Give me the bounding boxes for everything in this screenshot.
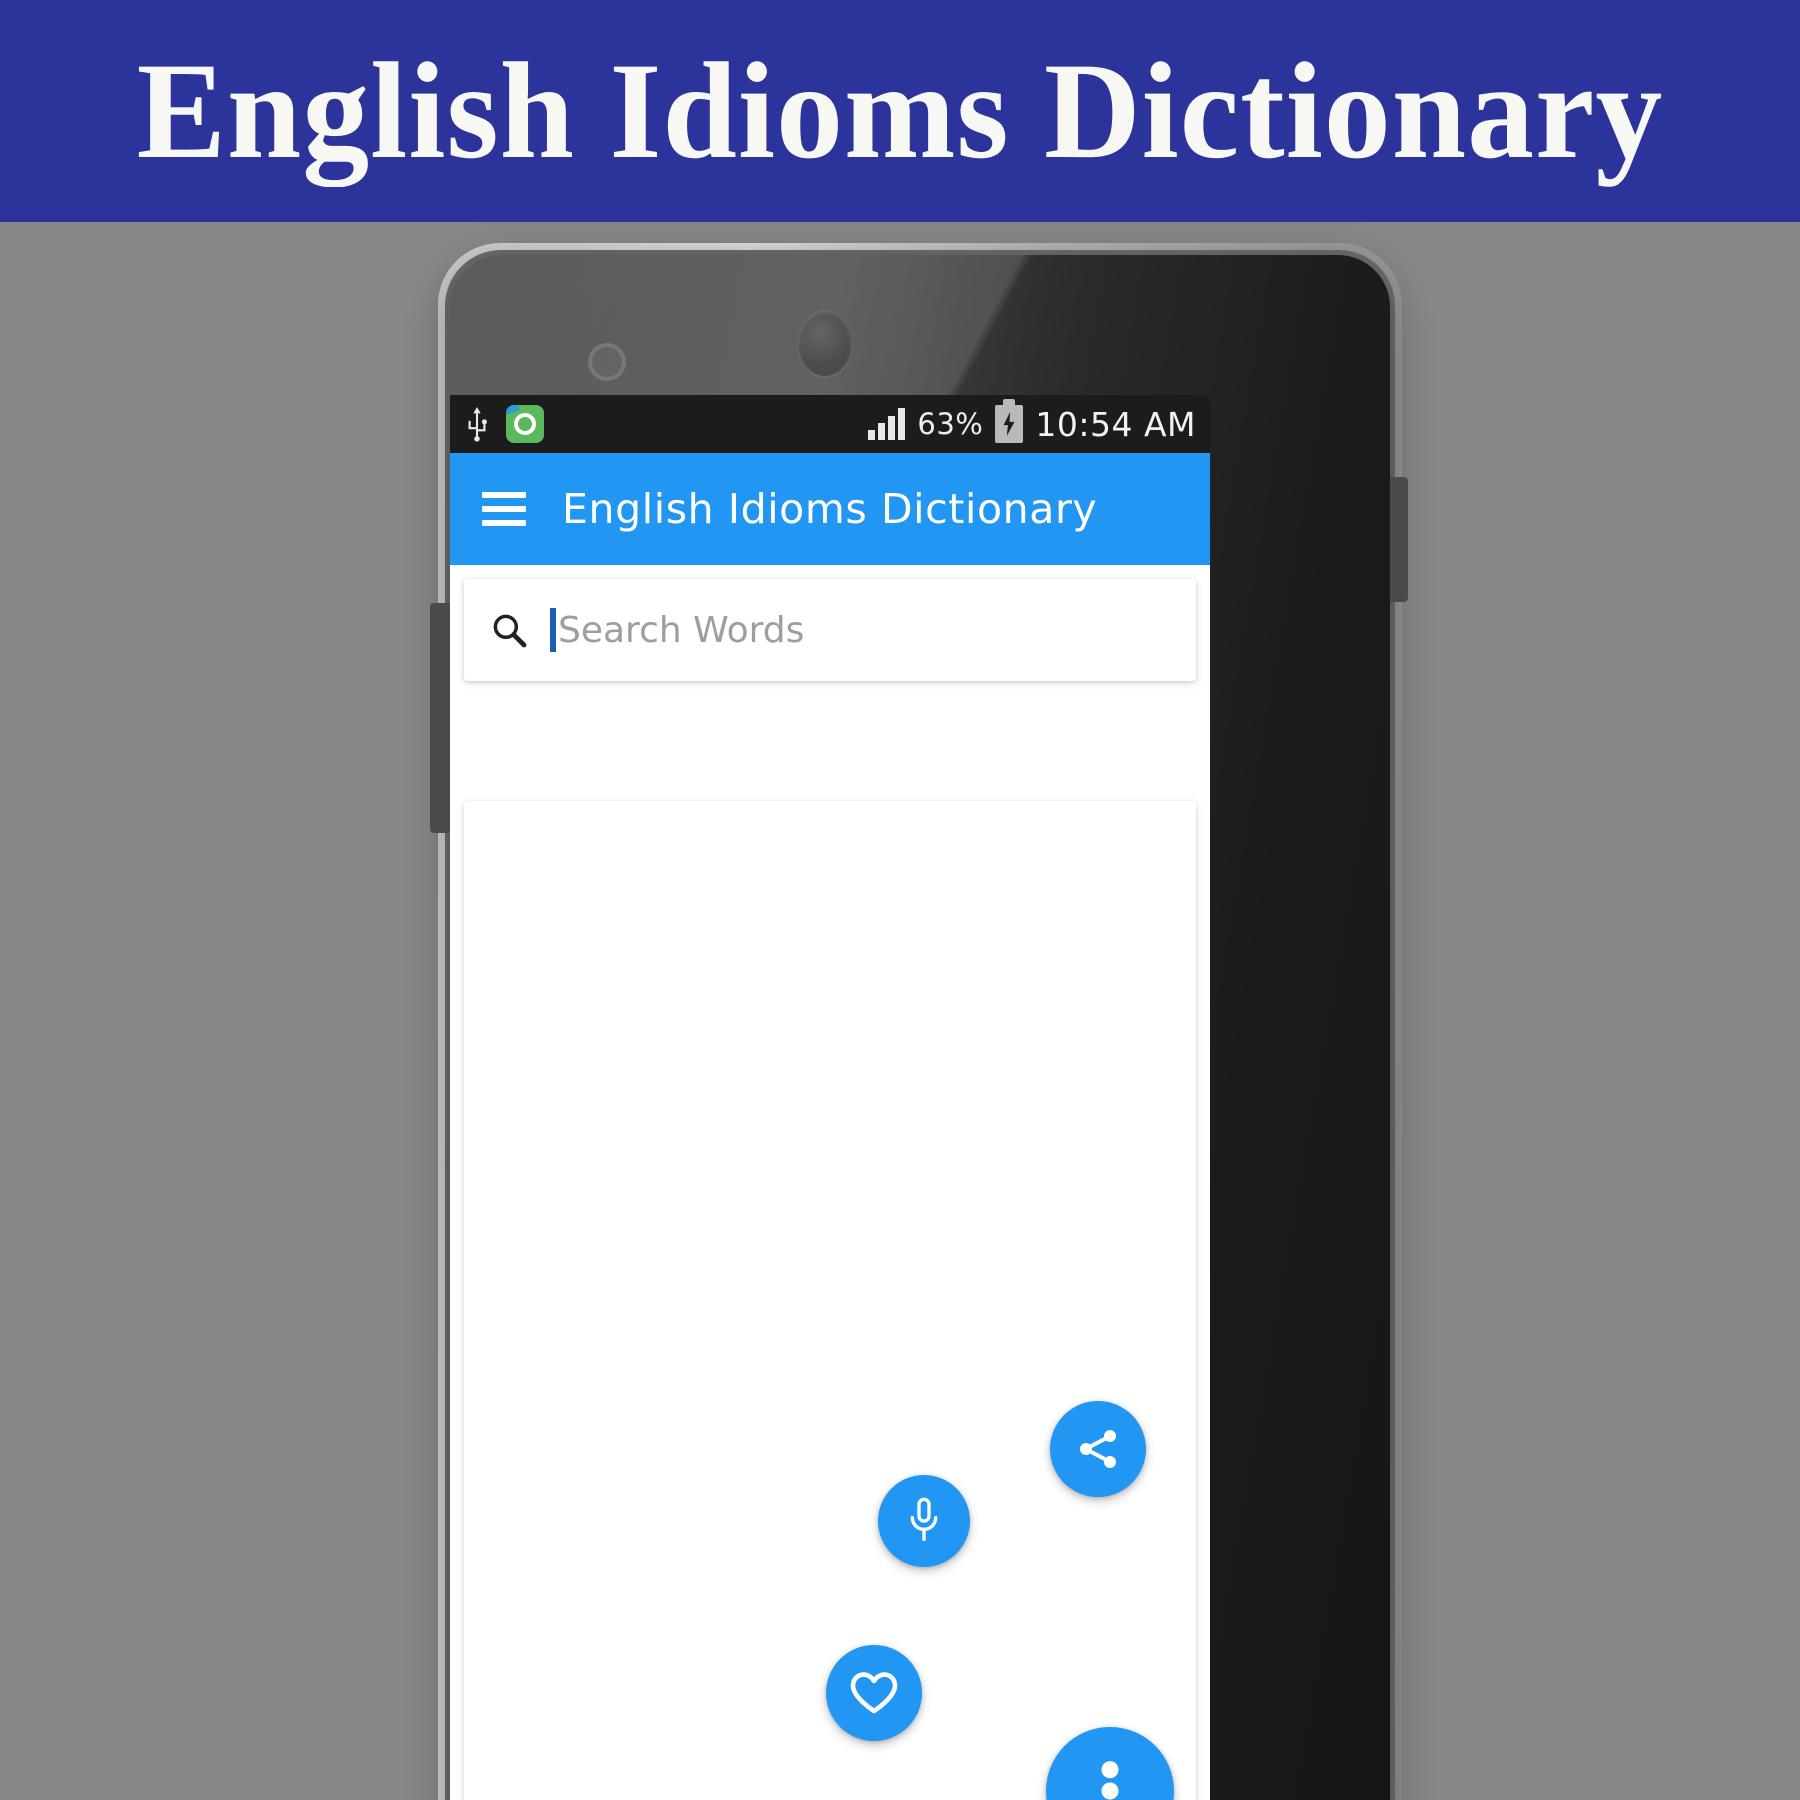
hamburger-menu-icon[interactable] (482, 484, 526, 534)
share-fab[interactable] (1050, 1401, 1146, 1497)
status-bar-right: 63% 10:54 AM (868, 399, 1196, 444)
overflow-fab[interactable] (1046, 1727, 1174, 1800)
phone-mockup: 63% 10:54 AM English Idioms Dictionary S… (430, 243, 1408, 1800)
status-time: 10:54 AM (1035, 404, 1196, 444)
share-icon (1074, 1425, 1122, 1473)
status-bar-left (464, 405, 544, 443)
app-bar-title: English Idioms Dictionary (562, 485, 1098, 533)
screen-recorder-icon (506, 405, 544, 443)
more-vertical-icon (1100, 1760, 1120, 1800)
usb-icon (464, 406, 490, 442)
result-card[interactable] (464, 801, 1196, 1800)
search-input[interactable]: Search Words (558, 610, 804, 651)
promo-title: English Idioms Dictionary (136, 34, 1664, 187)
battery-charging-icon (995, 399, 1024, 443)
search-icon (490, 611, 528, 649)
app-content: Search Words (450, 565, 1210, 1800)
phone-screen: 63% 10:54 AM English Idioms Dictionary S… (450, 395, 1210, 1800)
signal-bars-icon (868, 408, 906, 440)
power-button[interactable] (1390, 477, 1408, 602)
status-bar: 63% 10:54 AM (450, 395, 1210, 453)
promo-banner: English Idioms Dictionary (0, 0, 1800, 222)
screen-positioner: 63% 10:54 AM English Idioms Dictionary S… (450, 255, 1390, 1800)
volume-button[interactable] (430, 603, 450, 833)
app-bar: English Idioms Dictionary (450, 453, 1210, 565)
battery-percent-label: 63% (917, 407, 984, 441)
microphone-icon (903, 1496, 945, 1546)
text-cursor (550, 608, 556, 652)
search-bar[interactable]: Search Words (464, 579, 1196, 681)
screenshot-stage: English Idioms Dictionary 63% 10:54 AM E… (0, 0, 1800, 1800)
favorite-fab[interactable] (826, 1645, 922, 1741)
heart-outline-icon (848, 1669, 900, 1717)
voice-search-fab[interactable] (878, 1475, 970, 1567)
